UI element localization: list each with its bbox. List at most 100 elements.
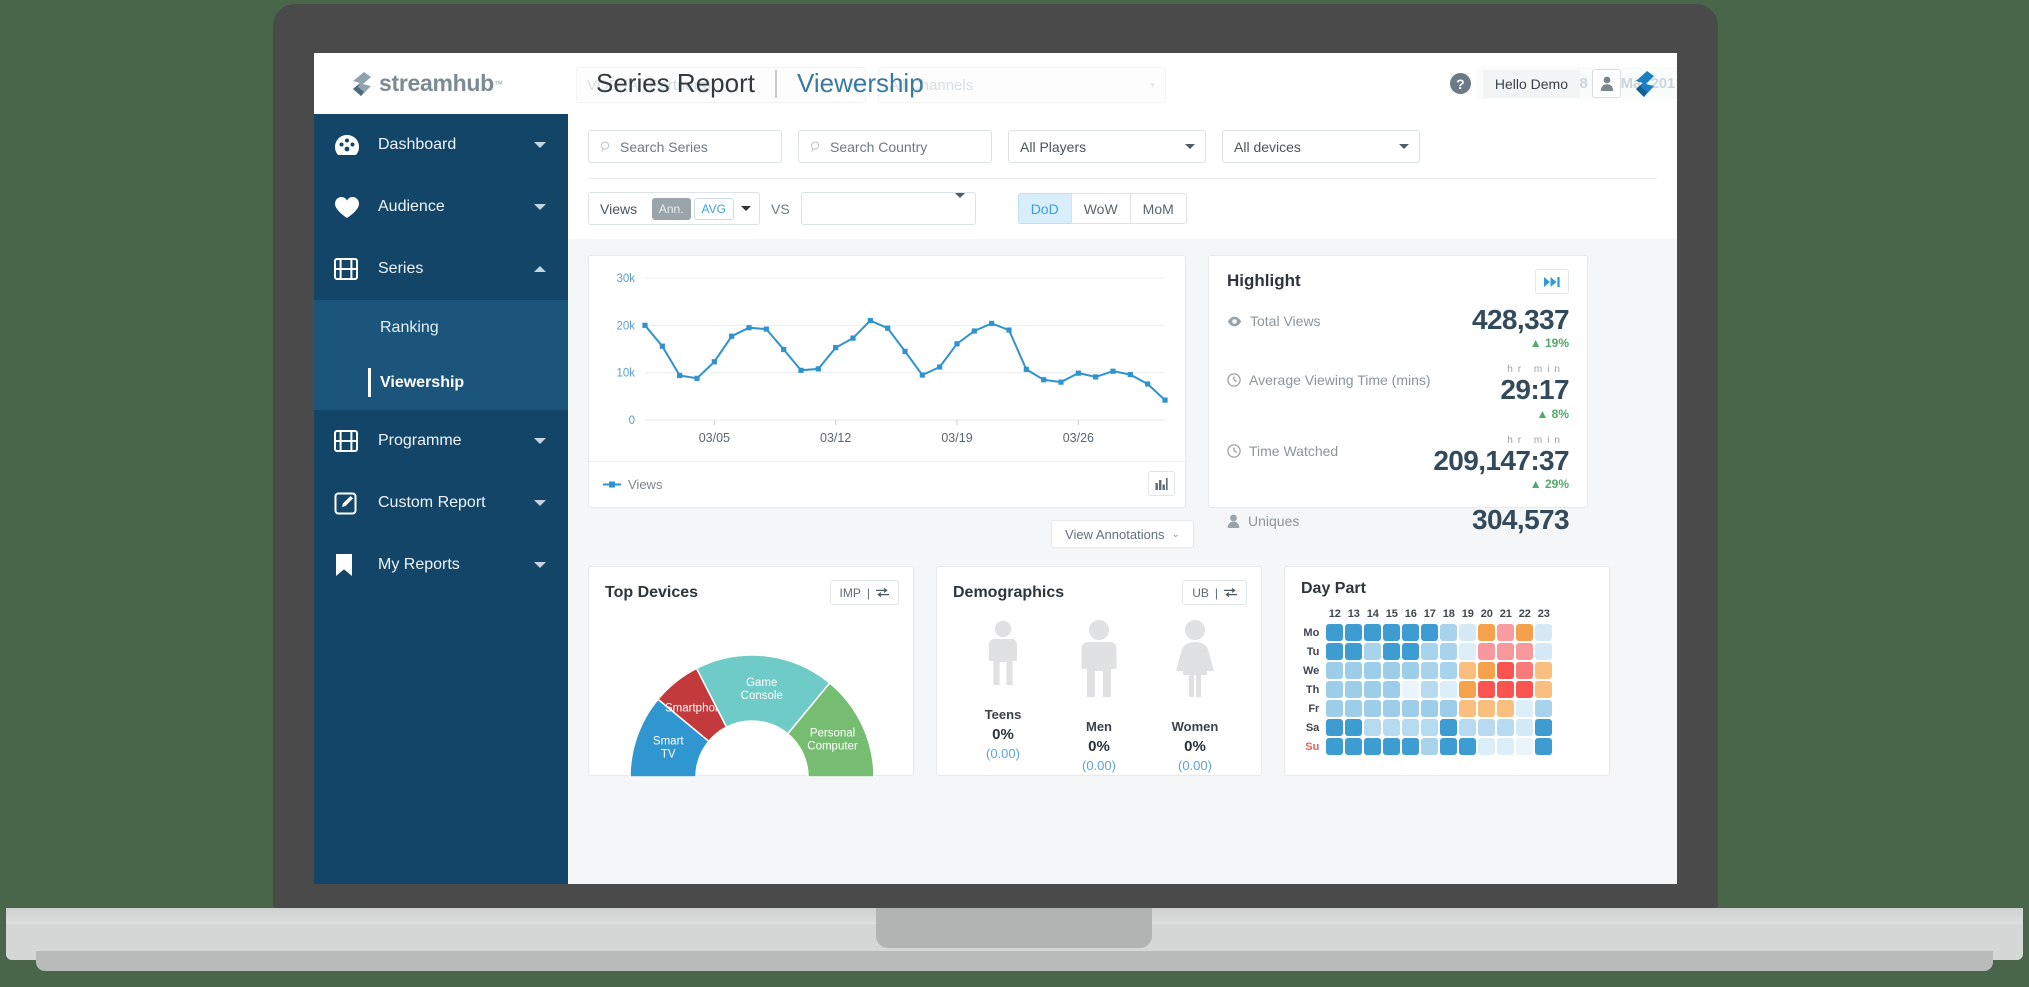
tab-mom[interactable]: MoM — [1129, 193, 1187, 224]
heatmap-cell[interactable] — [1440, 643, 1458, 660]
heatmap-cell[interactable] — [1383, 700, 1401, 717]
heatmap-cell[interactable] — [1421, 643, 1439, 660]
heatmap-cell[interactable] — [1383, 643, 1401, 660]
players-select[interactable]: All Players — [1008, 130, 1206, 163]
heatmap-cell[interactable] — [1535, 681, 1553, 698]
heatmap-cell[interactable] — [1345, 624, 1363, 641]
heatmap-cell[interactable] — [1421, 662, 1439, 679]
heatmap-cell[interactable] — [1516, 624, 1534, 641]
heatmap-cell[interactable] — [1345, 700, 1363, 717]
heatmap-cell[interactable] — [1402, 662, 1420, 679]
heatmap-cell[interactable] — [1326, 681, 1344, 698]
heatmap-cell[interactable] — [1364, 624, 1382, 641]
user-avatar-button[interactable] — [1592, 69, 1621, 98]
heatmap-cell[interactable] — [1497, 681, 1515, 698]
heatmap-cell[interactable] — [1402, 700, 1420, 717]
streamhub-s-logo-icon[interactable] — [1633, 70, 1655, 97]
metric-selector[interactable]: Views Ann. AVG — [588, 192, 760, 225]
heatmap-cell[interactable] — [1421, 624, 1439, 641]
heatmap-cell[interactable] — [1326, 738, 1344, 755]
search-series-input[interactable]: Search Series — [588, 130, 782, 163]
heatmap-cell[interactable] — [1440, 700, 1458, 717]
heatmap-cell[interactable] — [1402, 681, 1420, 698]
heatmap-cell[interactable] — [1535, 719, 1553, 736]
heatmap-cell[interactable] — [1440, 738, 1458, 755]
heatmap-cell[interactable] — [1478, 700, 1496, 717]
skip-forward-button[interactable] — [1535, 269, 1569, 294]
heatmap-cell[interactable] — [1421, 719, 1439, 736]
heatmap-cell[interactable] — [1459, 738, 1477, 755]
heatmap-cell[interactable] — [1383, 662, 1401, 679]
view-annotations-button[interactable]: View Annotations ⌄ — [1051, 520, 1194, 548]
legend-item-views[interactable]: Views — [603, 477, 662, 492]
heatmap-cell[interactable] — [1478, 738, 1496, 755]
heatmap-cell[interactable] — [1383, 681, 1401, 698]
heatmap-cell[interactable] — [1516, 643, 1534, 660]
heatmap-cell[interactable] — [1326, 624, 1344, 641]
heatmap-cell[interactable] — [1402, 624, 1420, 641]
heatmap-cell[interactable] — [1421, 700, 1439, 717]
demographics-metric-toggle[interactable]: UB | — [1182, 580, 1247, 605]
sidebar-item-series[interactable]: Series — [314, 238, 568, 300]
heatmap-cell[interactable] — [1478, 719, 1496, 736]
devices-select[interactable]: All devices — [1222, 130, 1420, 163]
brand-logo[interactable]: streamhub ™ — [314, 53, 568, 114]
heatmap-cell[interactable] — [1459, 643, 1477, 660]
heatmap-cell[interactable] — [1440, 719, 1458, 736]
sidebar-item-programme[interactable]: Programme — [314, 410, 568, 472]
sidebar-item-ranking[interactable]: Ranking — [314, 300, 568, 355]
sidebar-item-audience[interactable]: Audience — [314, 176, 568, 238]
heatmap-cell[interactable] — [1535, 624, 1553, 641]
heatmap-cell[interactable] — [1497, 624, 1515, 641]
heatmap-cell[interactable] — [1516, 662, 1534, 679]
heatmap-cell[interactable] — [1421, 681, 1439, 698]
heatmap-cell[interactable] — [1402, 738, 1420, 755]
vs-compare-select[interactable] — [800, 192, 976, 225]
heatmap-cell[interactable] — [1440, 662, 1458, 679]
heatmap-cell[interactable] — [1364, 681, 1382, 698]
top-devices-metric-toggle[interactable]: IMP | — [829, 580, 899, 605]
heatmap-cell[interactable] — [1478, 662, 1496, 679]
heatmap-cell[interactable] — [1516, 738, 1534, 755]
average-badge[interactable]: AVG — [693, 197, 734, 220]
heatmap-cell[interactable] — [1440, 624, 1458, 641]
heatmap-cell[interactable] — [1497, 700, 1515, 717]
heatmap-cell[interactable] — [1326, 719, 1344, 736]
sidebar-item-my-reports[interactable]: My Reports — [314, 534, 568, 596]
heatmap-cell[interactable] — [1383, 719, 1401, 736]
heatmap-cell[interactable] — [1364, 719, 1382, 736]
heatmap-cell[interactable] — [1459, 700, 1477, 717]
heatmap-cell[interactable] — [1459, 624, 1477, 641]
heatmap-cell[interactable] — [1516, 681, 1534, 698]
heatmap-cell[interactable] — [1535, 700, 1553, 717]
heatmap-cell[interactable] — [1345, 643, 1363, 660]
heatmap-cell[interactable] — [1402, 719, 1420, 736]
heatmap-cell[interactable] — [1345, 681, 1363, 698]
heatmap-cell[interactable] — [1497, 738, 1515, 755]
sidebar-item-viewership[interactable]: Viewership — [314, 355, 568, 410]
heatmap-cell[interactable] — [1459, 681, 1477, 698]
heatmap-cell[interactable] — [1478, 643, 1496, 660]
heatmap-cell[interactable] — [1364, 700, 1382, 717]
chart-type-toggle-button[interactable] — [1148, 471, 1175, 496]
heatmap-cell[interactable] — [1516, 700, 1534, 717]
heatmap-cell[interactable] — [1383, 738, 1401, 755]
heatmap-cell[interactable] — [1459, 719, 1477, 736]
heatmap-cell[interactable] — [1459, 662, 1477, 679]
heatmap-cell[interactable] — [1345, 719, 1363, 736]
heatmap-cell[interactable] — [1535, 738, 1553, 755]
search-country-input[interactable]: Search Country — [798, 130, 992, 163]
annotation-badge[interactable]: Ann. — [651, 197, 691, 220]
heatmap-cell[interactable] — [1535, 643, 1553, 660]
heatmap-cell[interactable] — [1535, 662, 1553, 679]
heatmap-cell[interactable] — [1326, 662, 1344, 679]
heatmap-cell[interactable] — [1497, 719, 1515, 736]
heatmap-cell[interactable] — [1326, 700, 1344, 717]
heatmap-cell[interactable] — [1478, 681, 1496, 698]
heatmap-cell[interactable] — [1345, 662, 1363, 679]
user-greeting[interactable]: Hello Demo — [1482, 69, 1580, 98]
heatmap-cell[interactable] — [1478, 624, 1496, 641]
heatmap-cell[interactable] — [1383, 624, 1401, 641]
chevron-down-icon[interactable] — [741, 206, 751, 211]
heatmap-cell[interactable] — [1440, 681, 1458, 698]
